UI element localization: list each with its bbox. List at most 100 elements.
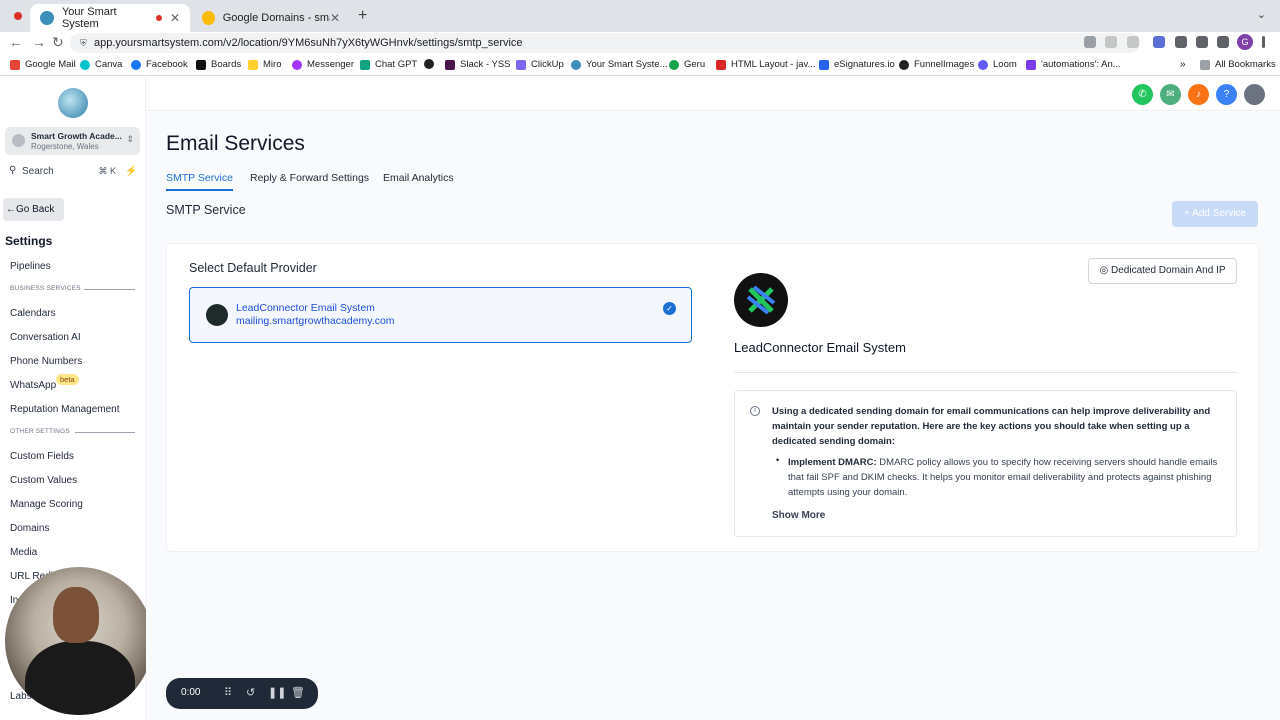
- bookmarks-overflow-icon[interactable]: »: [1180, 59, 1186, 70]
- tab-smtp-service[interactable]: SMTP Service: [166, 172, 233, 191]
- drag-handle-icon[interactable]: ⠿: [224, 686, 232, 699]
- smtp-card: Select Default Provider LeadConnector Em…: [166, 243, 1259, 552]
- url-text: app.yoursmartsystem.com/v2/location/9YM6…: [94, 37, 523, 49]
- bookmark-item[interactable]: Chat GPT: [360, 59, 417, 70]
- provider-option-leadconnector[interactable]: LeadConnector Email System mailing.smart…: [189, 287, 692, 343]
- chat-gpt-icon: [360, 59, 370, 70]
- puzzle-icon[interactable]: [1175, 36, 1187, 48]
- side-panel-icon[interactable]: [1217, 36, 1229, 48]
- bookmark-item[interactable]: Google Mail: [10, 59, 76, 70]
- reload-icon[interactable]: ↻: [52, 34, 64, 51]
- tab-your-smart-system[interactable]: Your Smart System ✕: [30, 4, 190, 32]
- sidebar-item-calendars[interactable]: Calendars: [10, 308, 56, 319]
- account-switcher[interactable]: Smart Growth Acade... Rogerstone, Wales …: [5, 127, 140, 155]
- help-icon[interactable]: ?: [1216, 84, 1237, 105]
- bookmark-item[interactable]: Your Smart Syste...: [571, 59, 668, 70]
- user-avatar[interactable]: [1244, 84, 1265, 105]
- bookmark-star-icon[interactable]: [1127, 36, 1139, 48]
- add-service-button[interactable]: + Add Service: [1172, 201, 1258, 227]
- new-tab-icon[interactable]: +: [358, 7, 367, 25]
- bookmark-item[interactable]: Messenger: [292, 59, 354, 70]
- sidebar-item-phone-numbers[interactable]: Phone Numbers: [10, 356, 82, 367]
- sidebar-item-whatsapp[interactable]: WhatsApp: [10, 380, 56, 391]
- selected-check-icon: ✓: [663, 302, 676, 315]
- site-info-icon[interactable]: ⛨: [80, 33, 87, 53]
- url-bar[interactable]: ⛨ app.yoursmartsystem.com/v2/location/9Y…: [70, 33, 1140, 53]
- bookmark-item[interactable]: Loom: [978, 59, 1017, 70]
- share-icon[interactable]: [1105, 36, 1117, 48]
- webcam-overlay: [5, 567, 153, 715]
- canva-icon: [80, 59, 90, 70]
- go-back-button[interactable]: ←Go Back: [3, 198, 64, 221]
- sidebar-item-custom-values[interactable]: Custom Values: [10, 475, 77, 486]
- close-tab-icon[interactable]: ✕: [170, 11, 180, 25]
- recording-timer: 0:00: [181, 687, 201, 698]
- sidebar-item-manage-scoring[interactable]: Manage Scoring: [10, 499, 83, 510]
- tab-title: Your Smart System: [61, 6, 117, 30]
- search-shortcut: ⌘ K: [98, 166, 116, 176]
- bookmark-item[interactable]: Boards: [196, 59, 241, 70]
- tab-search-icon[interactable]: ⌄: [1257, 8, 1266, 21]
- restart-icon[interactable]: ↺: [246, 686, 255, 699]
- camera-icon[interactable]: [1084, 36, 1096, 48]
- bookmark-item[interactable]: Miro: [248, 59, 281, 70]
- bookmark-item[interactable]: Facebook: [131, 59, 188, 70]
- screen-recorder-bar: 0:00 ⠿ ↺ ❚❚ 🗑: [166, 678, 318, 709]
- bookmark-item[interactable]: HTML Layout - jav...: [716, 59, 815, 70]
- show-more-link[interactable]: Show More: [772, 510, 825, 521]
- section-subtitle: SMTP Service: [166, 203, 246, 217]
- section-divider: [75, 432, 135, 433]
- bookmark-item[interactable]: [424, 59, 439, 69]
- recording-indicator-icon: [14, 12, 22, 20]
- extension-icon[interactable]: [1153, 36, 1165, 48]
- menu-icon[interactable]: [1262, 36, 1265, 48]
- dmarc-bullet: Implement DMARC: DMARC policy allows you…: [788, 455, 1228, 500]
- slack-icon: [445, 59, 455, 70]
- profile-avatar[interactable]: G: [1237, 34, 1253, 50]
- main-content: Email Services SMTP Service Reply & Forw…: [146, 112, 1280, 720]
- sidebar-item-reputation-management[interactable]: Reputation Management: [10, 404, 120, 415]
- sidebar-item-conversation-ai[interactable]: Conversation AI: [10, 332, 81, 343]
- company-logo: [58, 88, 88, 118]
- sidebar-search[interactable]: ⚲ Search ⌘ K: [5, 164, 118, 181]
- tab-reply-forward-settings[interactable]: Reply & Forward Settings: [250, 172, 369, 184]
- media-icon[interactable]: [1196, 36, 1208, 48]
- phone-icon[interactable]: ✆: [1132, 84, 1153, 105]
- trash-icon[interactable]: 🗑: [291, 686, 305, 699]
- tab-email-analytics[interactable]: Email Analytics: [383, 172, 454, 184]
- esignatures-icon: [819, 59, 829, 70]
- info-intro: Using a dedicated sending domain for ema…: [772, 406, 1211, 447]
- notification-bell-icon[interactable]: ♪: [1188, 84, 1209, 105]
- sidebar-item-media[interactable]: Media: [10, 547, 37, 558]
- section-business-services: BUSINESS SERVICES: [10, 285, 81, 292]
- megaphone-icon[interactable]: ✉: [1160, 84, 1181, 105]
- sidebar-item-pipelines[interactable]: Pipelines: [10, 261, 51, 272]
- close-tab-icon[interactable]: ✕: [330, 11, 340, 25]
- recording-dot-icon: [155, 15, 162, 21]
- bookmark-item[interactable]: FunnelImages: [899, 59, 974, 70]
- settings-title: Settings: [5, 234, 53, 248]
- all-bookmarks[interactable]: All Bookmarks: [1200, 59, 1276, 70]
- back-icon[interactable]: ←: [9, 34, 23, 50]
- pause-icon[interactable]: ❚❚: [268, 686, 286, 699]
- tab-title: Google Domains - smartgrowt: [222, 12, 330, 24]
- bookmark-item[interactable]: Geru: [669, 59, 705, 70]
- miro-icon: [248, 59, 258, 70]
- quick-actions-icon[interactable]: ⚡: [125, 166, 137, 177]
- boards-icon: [196, 59, 206, 70]
- forward-icon[interactable]: →: [32, 34, 46, 50]
- facebook-icon: [131, 59, 141, 70]
- bookmark-item[interactable]: Slack - YSS: [445, 59, 511, 70]
- dedicated-domain-info: i Using a dedicated sending domain for e…: [734, 390, 1237, 537]
- sidebar-item-custom-fields[interactable]: Custom Fields: [10, 451, 74, 462]
- bookmark-item[interactable]: ClickUp: [516, 59, 564, 70]
- provider-name: LeadConnector Email System: [236, 302, 375, 314]
- bookmark-item[interactable]: Canva: [80, 59, 122, 70]
- bookmark-item[interactable]: eSignatures.io: [819, 59, 895, 70]
- bookmark-item[interactable]: 'automations': An...: [1026, 59, 1121, 70]
- app-topbar: ✆ ✉ ♪ ?: [146, 78, 1280, 111]
- add-service-label: Add Service: [1192, 208, 1246, 219]
- tab-google-domains[interactable]: Google Domains - smartgrowt ✕: [192, 4, 350, 32]
- dedicated-domain-ip-button[interactable]: ◎ Dedicated Domain And IP: [1088, 258, 1237, 284]
- sidebar-item-domains[interactable]: Domains: [10, 523, 49, 534]
